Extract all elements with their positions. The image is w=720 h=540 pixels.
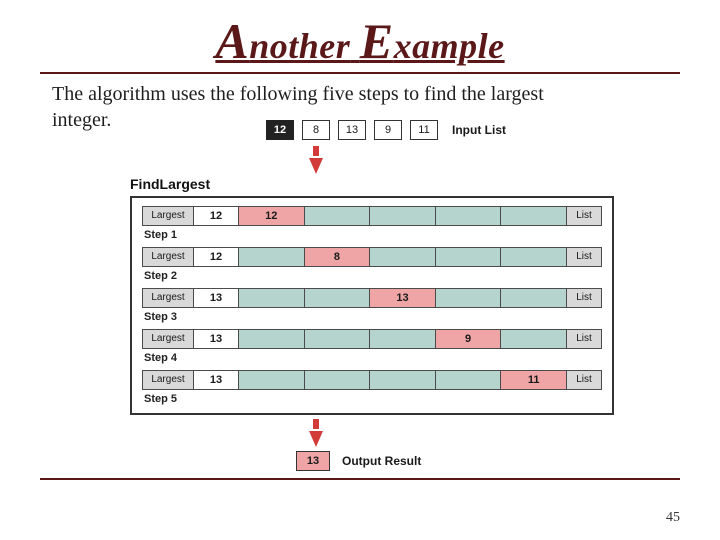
title-word2-rest: xample [394, 26, 505, 66]
footer-rule [40, 478, 680, 480]
arrow-down-icon [313, 146, 319, 156]
step-4-cell-1 [305, 330, 371, 348]
arrow-down-icon [313, 419, 319, 429]
step-2-largest: 12 [194, 248, 239, 266]
input-value-4: 11 [410, 120, 438, 140]
step-5-cells: 11 [239, 371, 566, 389]
step-4-largest: 13 [194, 330, 239, 348]
step-2-cell-0 [239, 248, 305, 266]
input-list-row: 12 8 13 9 11 Input List [266, 120, 614, 146]
step-2-cell-3 [436, 248, 502, 266]
title-word1-rest: nother [249, 26, 350, 66]
step-4-cell-3: 9 [436, 330, 502, 348]
step-2-cell-4 [501, 248, 566, 266]
step-4-cell-4 [501, 330, 566, 348]
step-5: Largest 13 11 List Step 5 [142, 370, 602, 405]
step-5-largest: 13 [194, 371, 239, 389]
step-4-cells: 9 [239, 330, 566, 348]
list-label: List [566, 248, 601, 266]
input-value-0: 12 [266, 120, 294, 140]
step-1-cells: 12 [239, 207, 566, 225]
description-line-1: The algorithm uses the following five st… [52, 83, 544, 105]
list-label: List [566, 207, 601, 225]
step-3-cells: 13 [239, 289, 566, 307]
procedure-box: Largest 12 12 List Step 1 Largest [130, 196, 614, 415]
step-5-cell-2 [370, 371, 436, 389]
step-3-cell-2: 13 [370, 289, 436, 307]
largest-label: Largest [143, 248, 194, 266]
arrow-down-icon [309, 158, 323, 174]
list-label: List [566, 330, 601, 348]
step-1-cell-2 [370, 207, 436, 225]
step-2-cells: 8 [239, 248, 566, 266]
slide-title: Another Example [40, 12, 680, 70]
procedure-title: FindLargest [130, 176, 614, 192]
list-label: List [566, 289, 601, 307]
input-value-3: 9 [374, 120, 402, 140]
step-2-cell-1: 8 [305, 248, 371, 266]
step-1-cell-1 [305, 207, 371, 225]
step-5-bar: Largest 13 11 List [142, 370, 602, 390]
list-label: List [566, 371, 601, 389]
step-3-bar: Largest 13 13 List [142, 288, 602, 308]
step-4-cell-0 [239, 330, 305, 348]
output-value: 13 [296, 451, 330, 471]
arrow-down-icon [309, 431, 323, 447]
step-5-cell-3 [436, 371, 502, 389]
step-3: Largest 13 13 List Step 3 [142, 288, 602, 323]
step-1-label: Step 1 [144, 229, 602, 241]
step-5-cell-0 [239, 371, 305, 389]
step-3-cell-0 [239, 289, 305, 307]
input-value-2: 13 [338, 120, 366, 140]
input-value-1: 8 [302, 120, 330, 140]
description-line-2: integer. [52, 109, 111, 131]
step-2: Largest 12 8 List Step 2 [142, 247, 602, 282]
title-word2-cap: E [360, 13, 394, 69]
step-2-cell-2 [370, 248, 436, 266]
step-4-bar: Largest 13 9 List [142, 329, 602, 349]
step-3-label: Step 3 [144, 311, 602, 323]
largest-label: Largest [143, 371, 194, 389]
step-4-cell-2 [370, 330, 436, 348]
step-1: Largest 12 12 List Step 1 [142, 206, 602, 241]
step-5-label: Step 5 [144, 393, 602, 405]
step-2-label: Step 2 [144, 270, 602, 282]
step-1-cell-3 [436, 207, 502, 225]
largest-label: Largest [143, 207, 194, 225]
step-5-cell-4: 11 [501, 371, 566, 389]
step-1-cell-0: 12 [239, 207, 305, 225]
step-3-cell-1 [305, 289, 371, 307]
step-5-cell-1 [305, 371, 371, 389]
largest-label: Largest [143, 289, 194, 307]
title-rule [40, 72, 680, 74]
step-3-cell-3 [436, 289, 502, 307]
step-4-label: Step 4 [144, 352, 602, 364]
page-number: 45 [666, 510, 680, 526]
largest-label: Largest [143, 330, 194, 348]
title-word1-cap: A [215, 13, 249, 69]
step-1-cell-4 [501, 207, 566, 225]
input-list-label: Input List [452, 123, 506, 137]
output-row: 13 Output Result [296, 451, 614, 471]
slide: Another Example The algorithm uses the f… [0, 0, 720, 540]
step-1-largest: 12 [194, 207, 239, 225]
output-label: Output Result [342, 454, 421, 468]
algorithm-diagram: 12 8 13 9 11 Input List FindLargest Larg… [130, 120, 614, 471]
step-1-bar: Largest 12 12 List [142, 206, 602, 226]
step-4: Largest 13 9 List Step 4 [142, 329, 602, 364]
step-3-cell-4 [501, 289, 566, 307]
step-2-bar: Largest 12 8 List [142, 247, 602, 267]
step-3-largest: 13 [194, 289, 239, 307]
